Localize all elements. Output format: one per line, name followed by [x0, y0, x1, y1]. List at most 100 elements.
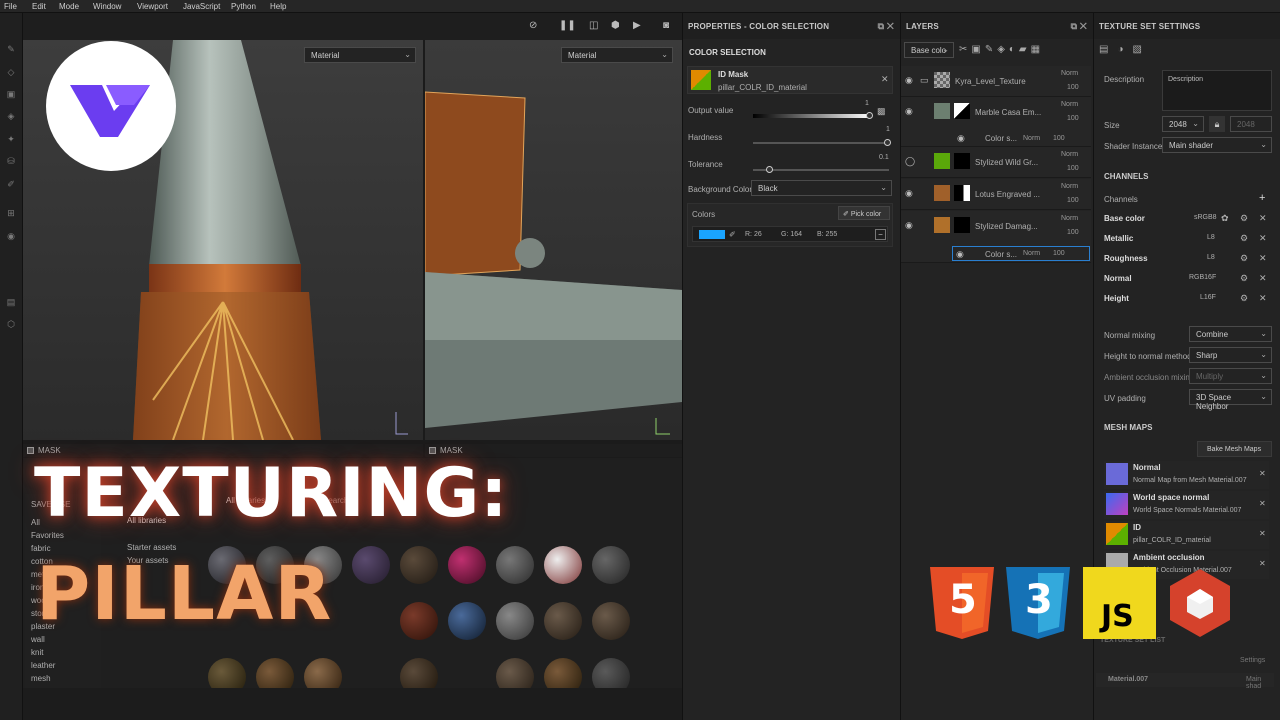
gear-icon[interactable]: ⚙ — [1240, 233, 1248, 244]
tolerance-slider[interactable] — [753, 169, 889, 171]
lock-icon[interactable]: 🔒︎ — [1209, 116, 1225, 132]
texture-set-row[interactable]: Material.007 Main shad — [1096, 673, 1274, 690]
asset-thumbnail[interactable] — [352, 546, 390, 584]
layer-opacity[interactable]: 100 — [1067, 197, 1079, 204]
eyedropper-icon[interactable]: ✐ — [729, 230, 736, 239]
layer-blend-mode[interactable]: Norm — [1061, 183, 1078, 190]
layer-blend-mode[interactable]: Norm — [1061, 215, 1078, 222]
layer-row[interactable]: ◉ Lotus Engraved ... Norm 100 — [901, 179, 1091, 210]
eraser-icon[interactable]: ◇ — [6, 67, 16, 77]
id-mask-card[interactable]: ID Mask pillar_COLR_ID_material ✕ — [687, 66, 893, 94]
effect-row-selected[interactable]: ◉ Color s... Norm 100 — [952, 246, 1090, 261]
channel-dropdown[interactable]: Base colo ⌄ — [904, 42, 954, 58]
gear-icon[interactable]: ⚙ — [1240, 293, 1248, 304]
color-picker-icon[interactable]: ✐ — [6, 179, 16, 189]
eye-icon[interactable]: ◉ — [905, 188, 913, 199]
menu-edit[interactable]: Edit — [32, 2, 46, 11]
remove-color-button[interactable]: − — [875, 229, 886, 240]
hardness-slider[interactable] — [753, 142, 889, 144]
geometry-mask-icon[interactable]: ◈ — [6, 111, 16, 121]
close-icon[interactable]: ✕ — [1259, 529, 1266, 538]
mask-checkbox-right[interactable] — [429, 447, 436, 454]
normal-mixing-dropdown[interactable]: Combine ⌄ — [1189, 326, 1272, 342]
close-icon[interactable]: ✕ — [1259, 499, 1266, 508]
screenshot-icon[interactable]: ◙ — [663, 20, 669, 31]
menu-python[interactable]: Python — [231, 2, 256, 11]
close-icon[interactable]: ⧉ ✕ — [878, 21, 894, 32]
pause-icon[interactable]: ❚❚ — [559, 20, 576, 31]
cube-view-icon[interactable]: ⬢ — [611, 20, 620, 31]
menu-file[interactable]: File — [4, 2, 17, 11]
eye-icon[interactable]: ◉ — [905, 106, 913, 117]
close-icon[interactable]: ✕ — [1259, 233, 1267, 244]
close-icon[interactable]: ✕ — [881, 74, 889, 85]
uv-padding-dropdown[interactable]: 3D Space Neighbor ⌄ — [1189, 389, 1272, 411]
channel-format[interactable]: L8 — [1207, 254, 1215, 261]
output-value-slider[interactable] — [753, 114, 871, 118]
layer-blend-mode[interactable]: Norm — [1061, 151, 1078, 158]
filter-item[interactable]: leather — [31, 661, 55, 670]
layer-actions[interactable]: ✂▣✎◈◐▰▦ — [959, 44, 1044, 55]
eye-icon[interactable]: ◯ — [905, 156, 915, 167]
filter-item[interactable]: knit — [31, 648, 43, 657]
color-entry[interactable]: ✐ R: 26 G: 164 B: 255 − — [692, 226, 888, 242]
settings-button[interactable]: Settings — [1240, 657, 1265, 664]
filter-item[interactable]: mesh — [31, 674, 51, 683]
cluster-icon[interactable]: ✿ — [1221, 213, 1229, 224]
document-icon[interactable]: ▤ — [6, 297, 16, 307]
layer-opacity[interactable]: 100 — [1067, 229, 1079, 236]
height-to-normal-dropdown[interactable]: Sharp ⌄ — [1189, 347, 1272, 363]
eye-icon[interactable]: ◉ — [905, 75, 913, 86]
cube-icon[interactable]: ⬡ — [6, 319, 16, 329]
channel-row[interactable]: Height L16F ⚙ ✕ — [1104, 293, 1274, 307]
close-icon[interactable]: ✕ — [1259, 469, 1266, 478]
layer-opacity[interactable]: 100 — [1067, 115, 1079, 122]
close-icon[interactable]: ⧉ ✕ — [1071, 21, 1087, 32]
hide-icon[interactable]: ⊘ — [529, 20, 537, 31]
color-swatch[interactable] — [699, 230, 725, 239]
gear-icon[interactable]: ⚙ — [1240, 213, 1248, 224]
channel-row[interactable]: Roughness L8 ⚙ ✕ — [1104, 253, 1274, 267]
projection-icon[interactable]: ▣ — [6, 89, 16, 99]
asset-thumbnail[interactable] — [544, 546, 582, 584]
description-input[interactable]: Description — [1162, 70, 1272, 111]
camera-icon[interactable]: ▶ — [633, 20, 641, 31]
layer-opacity[interactable]: 100 — [1067, 165, 1079, 172]
asset-thumbnail[interactable] — [448, 546, 486, 584]
channel-row[interactable]: Metallic L8 ⚙ ✕ — [1104, 233, 1274, 247]
mesh-map-item[interactable]: Normal Normal Map from Mesh Material.007… — [1104, 461, 1269, 489]
effect-opacity[interactable]: 100 — [1053, 135, 1065, 142]
layer-row[interactable]: ◉ ▭ Kyra_Level_Texture Norm 100 — [901, 66, 1091, 97]
material-dropdown-right[interactable]: Material ⌄ — [561, 47, 673, 63]
close-icon[interactable]: ✕ — [1259, 293, 1267, 304]
bake-mesh-maps-button[interactable]: Bake Mesh Maps — [1197, 441, 1272, 457]
output-value-handle[interactable] — [866, 112, 873, 119]
close-icon[interactable]: ✕ — [1259, 253, 1267, 264]
menu-window[interactable]: Window — [93, 2, 121, 11]
close-icon[interactable]: ✕ — [1259, 559, 1266, 568]
asset-thumbnail[interactable] — [544, 602, 582, 640]
split-view-icon[interactable]: ◫ — [589, 20, 598, 31]
mesh-map-item[interactable]: ID pillar_COLR_ID_material ✕ — [1104, 521, 1269, 549]
pick-color-button[interactable]: ✐ Pick color — [838, 206, 890, 220]
layer-row[interactable]: ◉ Marble Casa Em... Norm 100 ◉ Color s..… — [901, 97, 1091, 147]
effect-blend-mode[interactable]: Norm — [1023, 250, 1040, 257]
channel-format[interactable]: L8 — [1207, 234, 1215, 241]
menu-help[interactable]: Help — [270, 2, 286, 11]
mesh-map-item[interactable]: World space normal World Space Normals M… — [1104, 491, 1269, 519]
channel-row[interactable]: Normal RGB16F ⚙ ✕ — [1104, 273, 1274, 287]
paint-brush-icon[interactable]: ✎ — [6, 44, 16, 54]
texture-set-tabs[interactable]: ▤◑▧ — [1099, 44, 1151, 55]
layer-opacity[interactable]: 100 — [1067, 84, 1079, 91]
material-dropdown-left[interactable]: Material ⌄ — [304, 47, 416, 63]
size-dropdown[interactable]: 2048 ⌄ — [1162, 116, 1204, 132]
gear-icon[interactable]: ⚙ — [1240, 253, 1248, 264]
tolerance-handle[interactable] — [766, 166, 773, 173]
channel-format[interactable]: RGB16F — [1189, 274, 1216, 281]
eye-icon[interactable]: ◉ — [905, 220, 913, 231]
menu-mode[interactable]: Mode — [59, 2, 79, 11]
asset-thumbnail[interactable] — [400, 602, 438, 640]
viewport-2d[interactable]: Material ⌄ — [425, 40, 682, 440]
layer-blend-mode[interactable]: Norm — [1061, 101, 1078, 108]
menu-viewport[interactable]: Viewport — [137, 2, 168, 11]
